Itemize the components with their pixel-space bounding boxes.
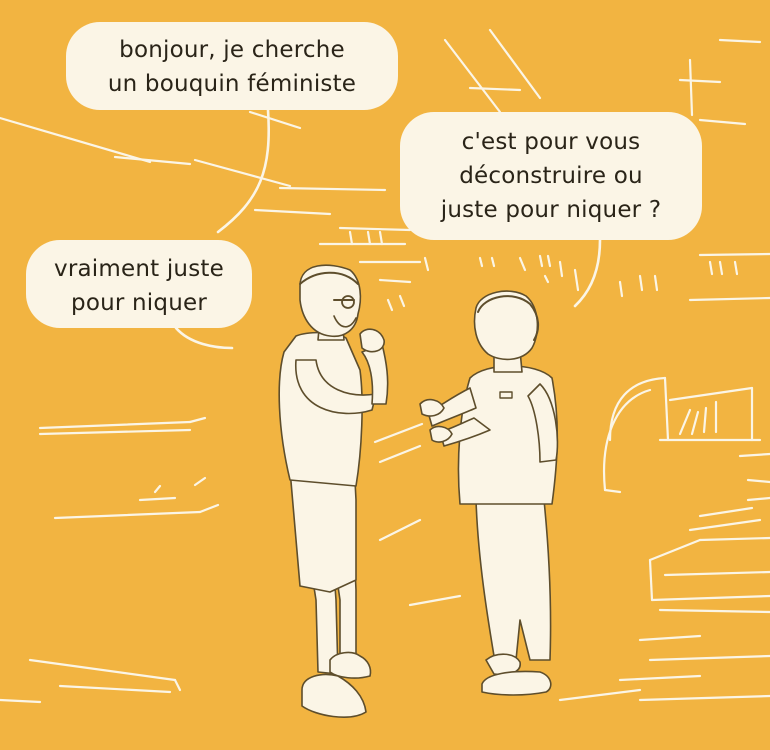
bubble-line: c'est pour vous xyxy=(461,129,641,155)
bubble-line: bonjour, je cherche xyxy=(119,37,345,63)
bubble-line: pour niquer xyxy=(71,290,207,316)
speech-bubble-bookseller-reply: c'est pour vous déconstruire ou juste po… xyxy=(400,112,702,240)
tail-bubble-1 xyxy=(216,108,270,234)
bubble-line: un bouquin féministe xyxy=(107,71,357,97)
speech-bubble-customer-answer: vraiment juste pour niquer xyxy=(26,240,252,328)
tail-bubble-2 xyxy=(573,238,602,308)
bookseller-figure xyxy=(419,290,559,696)
speech-bubble-customer-question: bonjour, je cherche un bouquin féministe xyxy=(66,22,398,110)
bubble-line: vraiment juste xyxy=(54,256,224,282)
tail-bubble-3 xyxy=(174,326,234,350)
bubble-line: déconstruire ou xyxy=(459,163,643,189)
bubble-line: juste pour niquer ? xyxy=(440,197,662,223)
customer-figure xyxy=(278,264,389,718)
comic-panel: bonjour, je cherche un bouquin féministe… xyxy=(0,0,770,750)
